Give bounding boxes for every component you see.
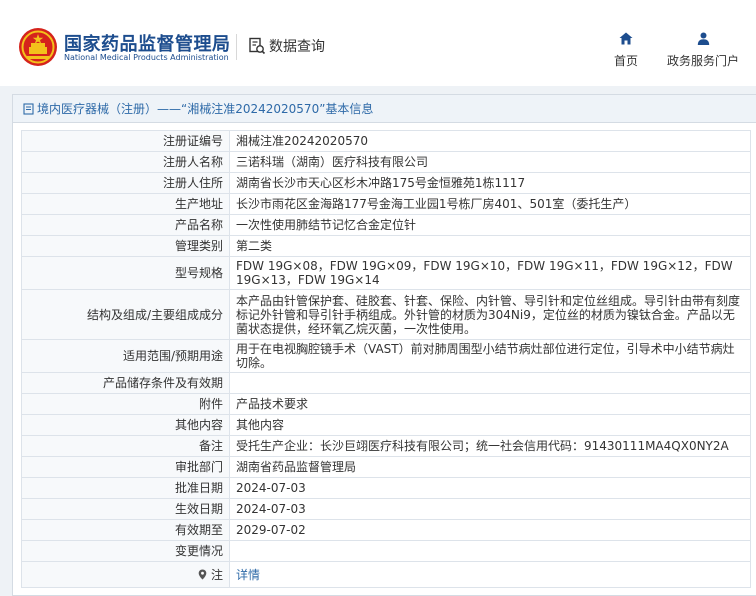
field-label: 审批部门 xyxy=(21,456,230,478)
table-row: 变更情况 xyxy=(21,540,751,562)
nav-home[interactable]: 首页 xyxy=(610,32,642,69)
data-query-link[interactable]: 数据查询 xyxy=(248,36,325,56)
table-row: 生产地址 长沙市雨花区金海路177号金海工业园1号栋厂房401、501室（委托生产… xyxy=(21,193,751,215)
page-body: 境内医疗器械（注册）——“湘械注准20242020570”基本信息 注册证编号湘… xyxy=(0,86,756,596)
field-value: 湘械注准20242020570 xyxy=(229,130,751,152)
field-label: 结构及组成/主要组成成分 xyxy=(21,289,230,340)
breadcrumb: 境内医疗器械（注册）——“湘械注准20242020570”基本信息 xyxy=(13,95,756,123)
field-value: FDW 19G×08，FDW 19G×09，FDW 19G×10，FDW 19G… xyxy=(229,256,751,290)
table-row: 生效日期 2024-07-03 xyxy=(21,498,751,520)
nav-gov-services[interactable]: 政务服务门户 xyxy=(662,32,744,69)
field-value: 2024-07-03 xyxy=(229,498,751,520)
field-label: 备注 xyxy=(21,435,230,457)
detail-panel: 境内医疗器械（注册）——“湘械注准20242020570”基本信息 注册证编号湘… xyxy=(12,94,756,596)
field-value: 湖南省长沙市天心区杉木冲路175号金恒雅苑1栋1117 xyxy=(229,172,751,194)
search-document-icon xyxy=(249,37,266,55)
table-row: 其他内容 其他内容 xyxy=(21,414,751,436)
table-row: 注册证编号 湘械注准20242020570 xyxy=(21,130,751,152)
table-row: 产品名称 一次性使用肺结节记忆合金定位针 xyxy=(21,214,751,236)
note-label-cell: 注 xyxy=(21,561,230,588)
field-value: 第二类 xyxy=(229,235,751,257)
field-value: 长沙市雨花区金海路177号金海工业园1号栋厂房401、501室（委托生产） xyxy=(229,193,751,215)
brand-name-en: National Medical Products Administration xyxy=(64,53,229,62)
field-value: 产品技术要求 xyxy=(229,393,751,415)
nav-home-label: 首页 xyxy=(613,54,638,68)
breadcrumb-text: 境内医疗器械（注册）——“湘械注准20242020570”基本信息 xyxy=(37,102,374,116)
field-value: 本产品由针管保护套、硅胶套、针套、保险、内针管、导引针和定位丝组成。导引针由带有… xyxy=(229,289,751,340)
field-value: 2024-07-03 xyxy=(229,477,751,499)
field-label: 附件 xyxy=(21,393,230,415)
table-row: 型号规格 FDW 19G×08，FDW 19G×09，FDW 19G×10，FDW… xyxy=(21,256,751,290)
table-row: 有效期至 2029-07-02 xyxy=(21,519,751,541)
field-label: 其他内容 xyxy=(21,414,230,436)
field-label: 适用范围/预期用途 xyxy=(21,339,230,373)
field-value xyxy=(229,372,751,394)
field-value: 用于在电视胸腔镜手术（VAST）前对肺周围型小结节病灶部位进行定位，引导术中小结… xyxy=(229,339,751,373)
site-header: 国家药品监督管理局 National Medical Products Admi… xyxy=(0,0,756,86)
field-label: 注册人住所 xyxy=(21,172,230,194)
location-pin-icon xyxy=(198,569,207,579)
field-label: 批准日期 xyxy=(21,477,230,499)
header-divider xyxy=(236,34,237,60)
nav-gov-label: 政务服务门户 xyxy=(666,54,739,68)
field-value: 湖南省药品监督管理局 xyxy=(229,456,751,478)
table-row: 批准日期 2024-07-03 xyxy=(21,477,751,499)
user-icon xyxy=(697,32,709,45)
details-link[interactable]: 详情 xyxy=(236,568,260,582)
note-value-cell: 详情 xyxy=(229,561,751,588)
field-value: 一次性使用肺结节记忆合金定位针 xyxy=(229,214,751,236)
field-label: 管理类别 xyxy=(21,235,230,257)
table-row: 适用范围/预期用途 用于在电视胸腔镜手术（VAST）前对肺周围型小结节病灶部位进行… xyxy=(21,339,751,373)
field-label: 注册人名称 xyxy=(21,151,230,173)
table-row: 备注 受托生产企业：长沙巨翊医疗科技有限公司；统一社会信用代码：91430111M… xyxy=(21,435,751,457)
field-label: 有效期至 xyxy=(21,519,230,541)
field-value: 2029-07-02 xyxy=(229,519,751,541)
table-row: 审批部门 湖南省药品监督管理局 xyxy=(21,456,751,478)
field-value: 受托生产企业：长沙巨翊医疗科技有限公司；统一社会信用代码：91430111MA4… xyxy=(229,435,751,457)
document-icon xyxy=(23,102,34,115)
table-row: 附件 产品技术要求 xyxy=(21,393,751,415)
table-row: 注册人住所 湖南省长沙市天心区杉木冲路175号金恒雅苑1栋1117 xyxy=(21,172,751,194)
national-emblem-icon xyxy=(19,28,57,66)
field-label: 型号规格 xyxy=(21,256,230,290)
field-label: 生效日期 xyxy=(21,498,230,520)
field-value: 其他内容 xyxy=(229,414,751,436)
table-row: 注 详情 xyxy=(21,561,751,588)
table-row: 产品储存条件及有效期 xyxy=(21,372,751,394)
detail-table: 注册证编号 湘械注准20242020570 注册人名称 三诺科瑞（湖南）医疗科技有限… xyxy=(21,130,751,588)
note-label: 注 xyxy=(210,567,223,582)
table-row: 结构及组成/主要组成成分 本产品由针管保护套、硅胶套、针套、保险、内针管、导引针和… xyxy=(21,289,751,340)
field-value: 三诺科瑞（湖南）医疗科技有限公司 xyxy=(229,151,751,173)
field-value xyxy=(229,540,751,562)
home-icon xyxy=(619,32,633,45)
field-label: 变更情况 xyxy=(21,540,230,562)
table-row: 管理类别 第二类 xyxy=(21,235,751,257)
field-label: 注册证编号 xyxy=(21,130,230,152)
data-query-label: 数据查询 xyxy=(269,39,325,55)
field-label: 生产地址 xyxy=(21,193,230,215)
field-label: 产品名称 xyxy=(21,214,230,236)
table-row: 注册人名称 三诺科瑞（湖南）医疗科技有限公司 xyxy=(21,151,751,173)
field-label: 产品储存条件及有效期 xyxy=(21,372,230,394)
